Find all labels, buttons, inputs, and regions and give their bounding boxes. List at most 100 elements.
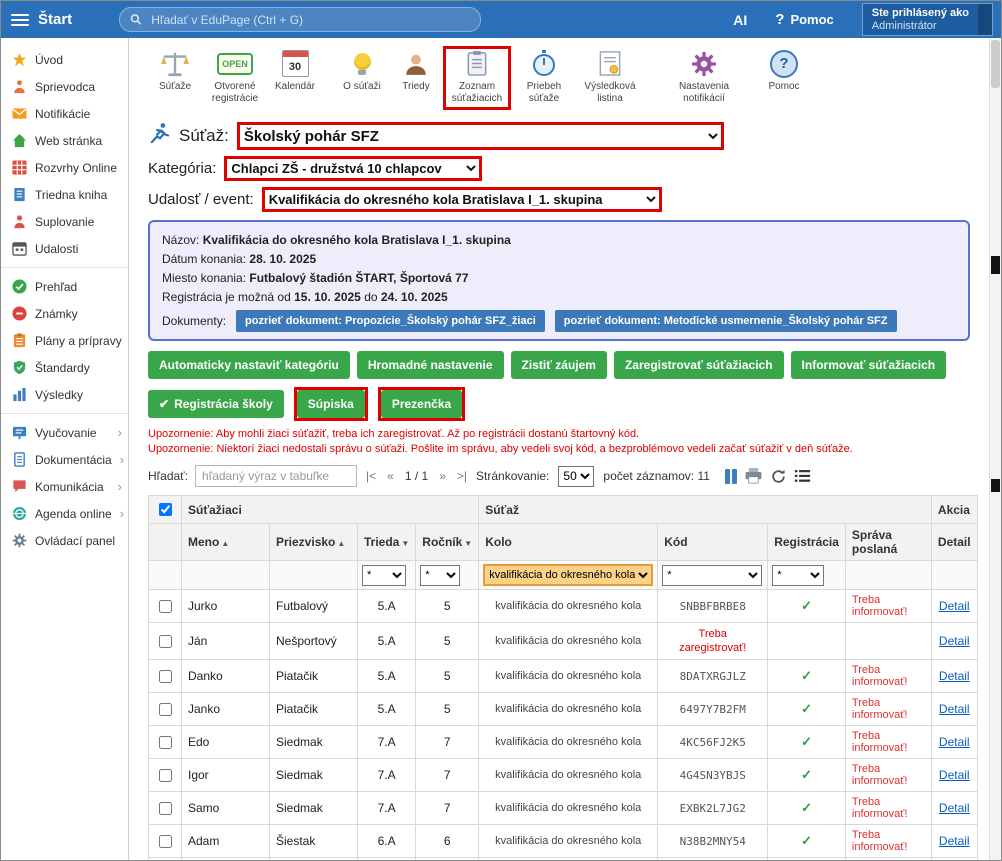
detail-link[interactable]: Detail [939, 669, 970, 683]
kod-filter-select[interactable]: * [662, 565, 762, 586]
auto-kategoria-button[interactable]: Automaticky nastaviť kategóriu [148, 351, 350, 379]
registration-window-line: Registrácia je možná od 15. 10. 2025 do … [162, 289, 956, 305]
pagination-prev-button[interactable]: « [385, 469, 396, 483]
detail-link[interactable]: Detail [939, 634, 970, 648]
udalost-select[interactable]: Kvalifikácia do okresného kola Bratislav… [262, 187, 662, 212]
toolbar-item-priebeh-sutaze[interactable]: Priebeh súťaže [511, 46, 577, 108]
select-all-checkbox[interactable] [159, 503, 172, 516]
col-header-priezvisko[interactable]: Priezvisko▲ [270, 524, 358, 561]
ai-button[interactable]: AI [733, 12, 747, 28]
sidebar-item-komunikacia[interactable]: Komunikácia › [1, 473, 128, 500]
informovat-button[interactable]: Informovať súťažiacich [791, 351, 947, 379]
scrollbar-thumb[interactable] [991, 40, 1000, 88]
sidebar-item-standardy[interactable]: Štandardy [1, 354, 128, 381]
sidebar-item-uvod[interactable]: Úvod [1, 46, 128, 73]
refresh-icon[interactable] [770, 468, 787, 485]
page-size-select[interactable]: 50 [558, 466, 594, 487]
kategoria-select[interactable]: Chlapci ZŠ - družstvá 10 chlapcov [224, 156, 482, 181]
zaregistrovat-button[interactable]: Zaregistrovať súťažiacich [614, 351, 784, 379]
table-search-input[interactable] [195, 465, 357, 487]
cell-sprava-poslana: Treba informovať! [845, 726, 931, 759]
trieda-filter-select[interactable]: * [362, 565, 406, 586]
sidebar-item-ovladaci-panel[interactable]: Ovládací panel [1, 527, 128, 554]
sidebar-item-vyucovanie[interactable]: Vyučovanie › [1, 419, 128, 446]
detail-link[interactable]: Detail [939, 768, 970, 782]
sidebar-item-rozvrhy[interactable]: Rozvrhy Online [1, 154, 128, 181]
col-header-trieda[interactable]: Trieda▼ [358, 524, 416, 561]
col-header-rocnik[interactable]: Ročník▼ [416, 524, 479, 561]
prezencka-button[interactable]: Prezenčka [381, 390, 462, 418]
row-select-checkbox[interactable] [159, 769, 172, 782]
toolbar-item-nastavenia-notifikacii[interactable]: Nastavenia notifikácií [671, 46, 737, 108]
sort-desc-icon[interactable]: ▼ [401, 539, 409, 548]
detail-link[interactable]: Detail [939, 599, 970, 613]
document-button-metodicke[interactable]: pozrieť dokument: Metodické usmernenie_Š… [555, 310, 897, 332]
list-view-icon[interactable] [794, 469, 811, 483]
supiska-highlight: Súpiska [294, 387, 368, 421]
sidebar-item-prehlad[interactable]: Prehľad [1, 273, 128, 300]
toolbar-item-o-sutazi[interactable]: O súťaži [335, 46, 389, 96]
detail-link[interactable]: Detail [939, 801, 970, 815]
col-header-kolo[interactable]: Kolo [479, 524, 658, 561]
sidebar-item-sprievodca[interactable]: Sprievodca [1, 73, 128, 100]
toolbar-item-pomoc[interactable]: ? Pomoc [757, 46, 811, 96]
kolo-filter-select[interactable]: kvalifikácia do okresného kola (11) [483, 564, 653, 586]
pagination-last-button[interactable]: >| [455, 469, 469, 483]
col-header-meno[interactable]: Meno▲ [182, 524, 270, 561]
pagination-first-button[interactable]: |< [364, 469, 378, 483]
user-menu-tab[interactable] [978, 4, 992, 35]
col-header-sprava[interactable]: Správa poslaná [845, 524, 931, 561]
sidebar-item-plany[interactable]: Plány a prípravy [1, 327, 128, 354]
sidebar-item-web-stranka[interactable]: Web stránka [1, 127, 128, 154]
row-select-checkbox[interactable] [159, 635, 172, 648]
hromadne-nastavenie-button[interactable]: Hromadné nastavenie [357, 351, 504, 379]
sidebar-item-triedna-kniha[interactable]: Triedna kniha [1, 181, 128, 208]
print-icon[interactable] [744, 467, 763, 485]
toolbar-item-zoznam-sutaziacich[interactable]: Zoznam súťažiacich [443, 46, 511, 110]
toolbar-item-label: Triedy [402, 81, 429, 93]
detail-link[interactable]: Detail [939, 735, 970, 749]
detail-link[interactable]: Detail [939, 702, 970, 716]
registracia-filter-select[interactable]: * [772, 565, 824, 586]
zistit-zaujem-button[interactable]: Zistiť záujem [511, 351, 607, 379]
sidebar-item-dokumentacia[interactable]: Dokumentácia › [1, 446, 128, 473]
col-header-kod[interactable]: Kód [658, 524, 768, 561]
pagination-next-button[interactable]: » [437, 469, 448, 483]
sidebar-item-notifikacie[interactable]: Notifikácie [1, 100, 128, 127]
row-select-checkbox[interactable] [159, 835, 172, 848]
miesto-value: Futbalový štadión ŠTART, Športová 77 [249, 271, 468, 285]
hamburger-menu-icon[interactable] [11, 14, 29, 26]
sidebar-item-agenda[interactable]: Agenda online › [1, 500, 128, 527]
sidebar-item-vysledky[interactable]: Výsledky [1, 381, 128, 408]
user-menu[interactable]: Ste prihlásený ako Administrátor [862, 3, 993, 36]
global-search-input[interactable] [149, 12, 470, 28]
sort-asc-icon[interactable]: ▲ [221, 539, 229, 548]
columns-icon[interactable] [725, 469, 737, 484]
rocnik-filter-select[interactable]: * [420, 565, 460, 586]
registracia-skoly-button[interactable]: ✔Registrácia školy [148, 390, 284, 418]
help-button[interactable]: ? Pomoc [775, 11, 834, 28]
row-select-checkbox[interactable] [159, 600, 172, 613]
sutaz-select[interactable]: Školský pohár SFZ [237, 122, 724, 150]
document-button-propozicie[interactable]: pozrieť dokument: Propozície_Školský poh… [236, 310, 545, 332]
row-select-checkbox[interactable] [159, 703, 172, 716]
toolbar-item-triedy[interactable]: Triedy [389, 46, 443, 96]
col-header-registracia[interactable]: Registrácia [768, 524, 846, 561]
toolbar-item-sutaze[interactable]: Súťaže [148, 46, 202, 96]
row-select-checkbox[interactable] [159, 736, 172, 749]
detail-link[interactable]: Detail [939, 834, 970, 848]
sidebar-item-udalosti[interactable]: Udalosti [1, 235, 128, 262]
sort-asc-icon[interactable]: ▲ [337, 539, 345, 548]
vertical-scrollbar[interactable] [989, 38, 1001, 860]
sidebar-item-suplovanie[interactable]: Suplovanie [1, 208, 128, 235]
toolbar-item-kalendar[interactable]: 30 Kalendár [268, 46, 322, 96]
row-select-checkbox[interactable] [159, 802, 172, 815]
toolbar-item-otvorene-registracie[interactable]: OPEN Otvorené registrácie [202, 46, 268, 108]
toolbar-item-vysledkova-listina[interactable]: Výsledková listina [577, 46, 643, 108]
row-select-checkbox[interactable] [159, 670, 172, 683]
sidebar-item-label: Sprievodca [35, 80, 95, 94]
sort-desc-icon[interactable]: ▼ [464, 539, 472, 548]
sidebar-item-znamky[interactable]: Známky [1, 300, 128, 327]
start-button[interactable]: Štart [38, 11, 72, 28]
supiska-button[interactable]: Súpiska [297, 390, 365, 418]
